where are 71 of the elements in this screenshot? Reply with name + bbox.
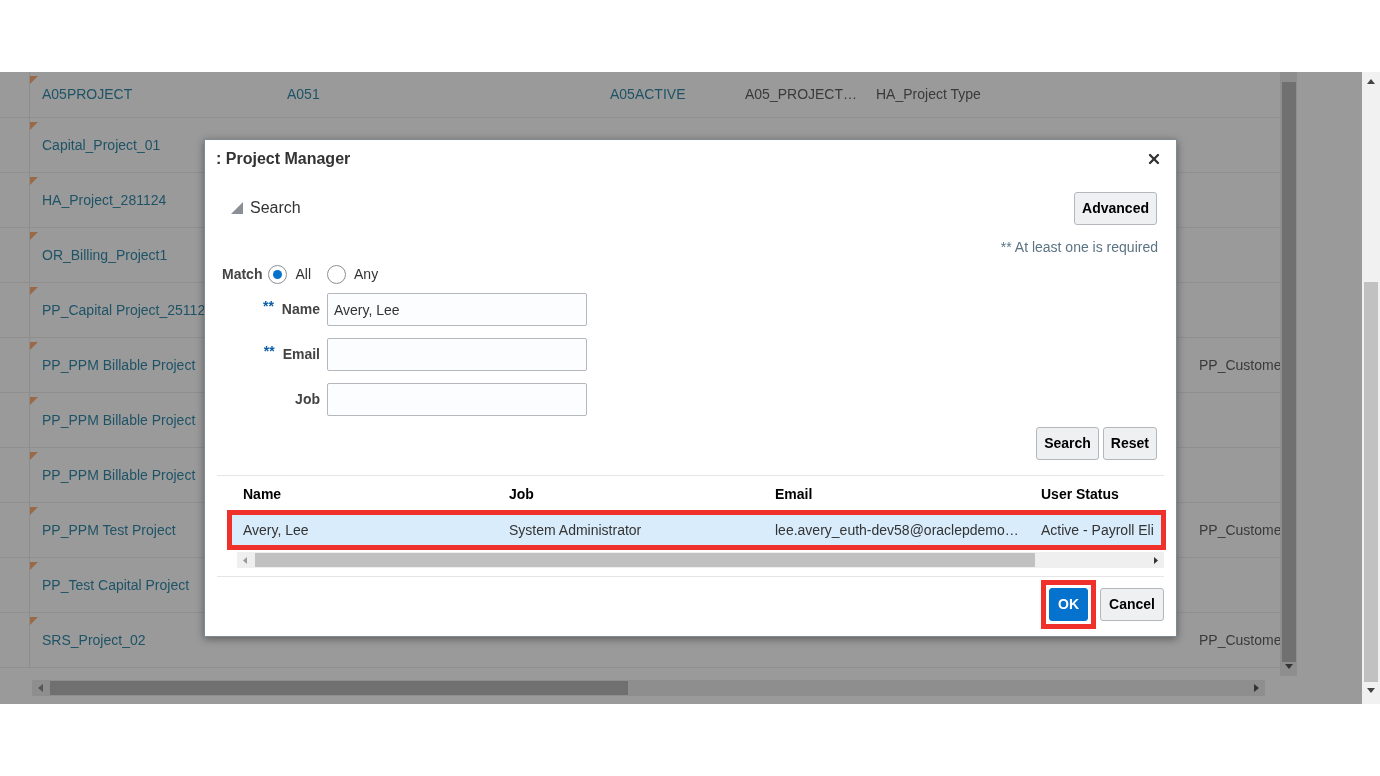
left-arrow-icon[interactable]	[38, 684, 43, 692]
collapse-triangle-icon[interactable]	[231, 202, 243, 214]
required-marker: **	[263, 342, 275, 361]
table-cell[interactable]: PP_PPM Test Project	[42, 519, 176, 541]
column-header[interactable]: Email	[775, 486, 813, 502]
corner-marker-icon	[30, 617, 38, 625]
table-cell: lee.avery_euth-dev58@oraclepdemo…	[775, 522, 1019, 538]
corner-marker-icon	[30, 507, 38, 515]
table-cell[interactable]: PP_PPM Billable Project	[42, 409, 196, 431]
horizontal-scrollbar[interactable]	[237, 552, 1164, 568]
table-cell: System Administrator	[509, 522, 642, 538]
required-note: ** At least one is required	[1000, 239, 1158, 255]
action-button[interactable]: Advanced	[1074, 191, 1157, 225]
left-arrow-icon[interactable]	[243, 556, 247, 564]
table-cell[interactable]: OR_Billing_Project1	[42, 244, 168, 266]
table-cell-text: PP_Custome	[1199, 520, 1280, 540]
field-label: Email	[282, 345, 320, 364]
table-cell[interactable]: A051	[287, 84, 320, 105]
action-button[interactable]: Reset	[1102, 427, 1157, 460]
table-cell[interactable]: PP_Test Capital Project	[42, 574, 190, 596]
corner-marker-icon	[30, 562, 38, 570]
table-cell: Avery, Lee	[243, 522, 309, 538]
close-icon[interactable]	[1146, 151, 1162, 167]
match-label: Match	[222, 264, 263, 284]
action-button[interactable]: Search	[1036, 427, 1099, 460]
cancel-button[interactable]: Cancel	[1100, 588, 1164, 621]
table-cell[interactable]: SRS_Project_02	[42, 629, 146, 651]
table-cell-text: A05_PROJECT…	[745, 85, 858, 104]
table-cell-text: HA_Project Type	[876, 85, 981, 104]
ok-button[interactable]: OK	[1049, 588, 1089, 621]
right-arrow-icon[interactable]	[1154, 556, 1158, 564]
input-field[interactable]: Avery, Lee	[327, 293, 587, 326]
column-header[interactable]: Job	[509, 486, 534, 502]
table-cell[interactable]: PP_PPM Billable Project	[42, 464, 196, 486]
table-cell-text: PP_Custome	[1199, 630, 1280, 650]
table-cell[interactable]: Capital_Project_01	[42, 134, 161, 156]
table-cell-text: PP_Custome	[1199, 355, 1280, 375]
page-scrollbar[interactable]	[1362, 72, 1380, 704]
table-cell[interactable]: PP_PPM Billable Project	[42, 354, 196, 376]
corner-marker-icon	[30, 342, 38, 350]
result-row[interactable]: Avery, Lee System Administrator lee.avery_euth-dev58@oraclepdemo… Active - Payroll Eli	[229, 512, 1164, 548]
down-arrow-icon[interactable]	[1284, 664, 1293, 669]
radio-label[interactable]: Any	[354, 263, 379, 285]
input-field[interactable]	[327, 383, 587, 416]
table-cell[interactable]: A05PROJECT	[42, 84, 133, 105]
section-title[interactable]: Search	[250, 196, 301, 220]
table-cell[interactable]: HA_Project_281124	[42, 189, 167, 211]
field-label: Name	[281, 300, 320, 319]
field-label: Job	[295, 390, 320, 409]
up-arrow-icon[interactable]	[1367, 79, 1375, 84]
corner-marker-icon	[30, 452, 38, 460]
corner-marker-icon	[30, 76, 38, 84]
horizontal-scrollbar[interactable]	[32, 680, 1265, 696]
vertical-scrollbar[interactable]	[1280, 72, 1297, 676]
corner-marker-icon	[30, 122, 38, 130]
input-field[interactable]	[327, 338, 587, 371]
table-cell: Active - Payroll Eli	[1041, 522, 1154, 538]
corner-marker-icon	[30, 177, 38, 185]
radio-label[interactable]: All	[295, 263, 311, 285]
radio-button[interactable]	[268, 264, 288, 284]
radio-button[interactable]	[327, 264, 346, 284]
dialog-title: : Project Manager	[216, 149, 351, 169]
table-cell[interactable]: A05ACTIVE	[610, 84, 686, 105]
down-arrow-icon[interactable]	[1367, 688, 1375, 693]
required-marker: **	[262, 297, 274, 316]
column-header[interactable]: Name	[243, 486, 282, 502]
column-header[interactable]: User Status	[1041, 486, 1119, 502]
corner-marker-icon	[30, 287, 38, 295]
corner-marker-icon	[30, 397, 38, 405]
corner-marker-icon	[30, 232, 38, 240]
table-cell[interactable]: PP_Capital Project_25112	[42, 299, 206, 321]
